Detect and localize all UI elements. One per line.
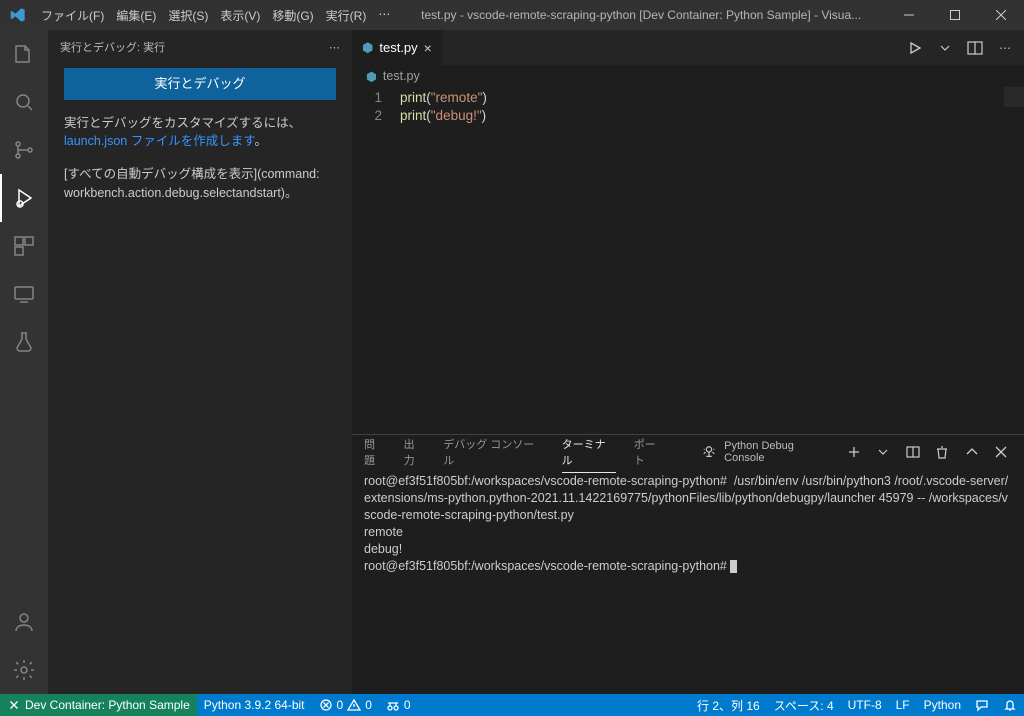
status-problems[interactable]: 0 0 (312, 694, 379, 716)
testing-icon[interactable] (0, 318, 48, 366)
editor-more-icon[interactable]: ⋯ (992, 35, 1018, 61)
settings-gear-icon[interactable] (0, 646, 48, 694)
search-icon[interactable] (0, 78, 48, 126)
status-bar: Dev Container: Python Sample Python 3.9.… (0, 694, 1024, 716)
terminal[interactable]: root@ef3f51f805bf:/workspaces/vscode-rem… (352, 469, 1024, 694)
status-eol[interactable]: LF (889, 694, 917, 716)
menu-view[interactable]: 表示(V) (214, 7, 266, 24)
python-file-icon: ⬢ (366, 69, 377, 84)
sidebar-more-icon[interactable]: ⋯ (329, 41, 340, 54)
create-launch-json-link[interactable]: launch.json ファイルを作成します (64, 134, 254, 148)
kill-terminal-icon[interactable] (931, 441, 953, 463)
menu-edit[interactable]: 編集(E) (110, 7, 162, 24)
status-line-col[interactable]: 行 2、列 16 (690, 694, 767, 716)
debug-console-icon (702, 445, 716, 459)
vscode-logo-icon (0, 7, 35, 23)
editor-tabs: ⬢ test.py × ⋯ (352, 30, 1024, 65)
extensions-icon[interactable] (0, 222, 48, 270)
minimap[interactable] (1004, 87, 1024, 107)
status-language[interactable]: Python (917, 694, 968, 716)
menu-select[interactable]: 選択(S) (162, 7, 214, 24)
titlebar: ファイル(F) 編集(E) 選択(S) 表示(V) 移動(G) 実行(R) ⋯ … (0, 0, 1024, 30)
panel-tab-problems[interactable]: 問題 (364, 432, 386, 472)
terminal-dropdown-icon[interactable] (872, 441, 894, 463)
window-maximize-button[interactable] (932, 0, 978, 30)
activity-bar (0, 30, 48, 694)
panel-tab-debug[interactable]: デバッグ コンソール (443, 432, 543, 472)
run-dropdown-icon[interactable] (932, 35, 958, 61)
customize-hint: 実行とデバッグをカスタマイズするには、launch.json ファイルを作成しま… (64, 114, 336, 152)
sidebar-title: 実行とデバッグ: 実行 (60, 39, 165, 55)
panel-tab-ports[interactable]: ポート (634, 432, 666, 472)
code-editor[interactable]: 1 2 print("remote") print("debug!") (352, 87, 1024, 434)
terminal-dropdown-label[interactable]: Python Debug Console (724, 440, 835, 464)
menu-file[interactable]: ファイル(F) (35, 7, 110, 24)
panel-tab-terminal[interactable]: ターミナル (562, 432, 616, 473)
breadcrumb[interactable]: ⬢ test.py (352, 65, 1024, 87)
split-editor-icon[interactable] (962, 35, 988, 61)
window-minimize-button[interactable] (886, 0, 932, 30)
source-control-icon[interactable] (0, 126, 48, 174)
tab-label: test.py (379, 40, 417, 55)
status-notifications-icon[interactable] (996, 694, 1024, 716)
main-menu: ファイル(F) 編集(E) 選択(S) 表示(V) 移動(G) 実行(R) ⋯ (35, 7, 396, 24)
remote-indicator[interactable]: Dev Container: Python Sample (0, 694, 197, 716)
run-file-icon[interactable] (902, 35, 928, 61)
accounts-icon[interactable] (0, 598, 48, 646)
terminal-cursor (730, 560, 737, 573)
tab-test-py[interactable]: ⬢ test.py × (352, 30, 443, 65)
split-terminal-icon[interactable] (902, 441, 924, 463)
status-indent[interactable]: スペース: 4 (767, 694, 841, 716)
run-debug-sidebar: 実行とデバッグ: 実行 ⋯ 実行とデバッグ 実行とデバッグをカスタマイズするには… (48, 30, 352, 694)
line-numbers: 1 2 (352, 87, 400, 434)
window-title: test.py - vscode-remote-scraping-python … (396, 8, 886, 22)
bottom-panel: 問題 出力 デバッグ コンソール ターミナル ポート Python Debug … (352, 434, 1024, 694)
run-debug-icon[interactable] (0, 174, 48, 222)
close-panel-icon[interactable] (991, 441, 1013, 463)
maximize-panel-icon[interactable] (961, 441, 983, 463)
code-content: print("remote") print("debug!") (400, 87, 487, 434)
remote-explorer-icon[interactable] (0, 270, 48, 318)
show-all-configs-text: [すべての自動デバッグ構成を表示](command: workbench.act… (64, 165, 336, 203)
menu-go[interactable]: 移動(G) (266, 7, 319, 24)
status-encoding[interactable]: UTF-8 (841, 694, 889, 716)
menu-more[interactable]: ⋯ (372, 7, 396, 24)
window-close-button[interactable] (978, 0, 1024, 30)
python-file-icon: ⬢ (362, 40, 373, 56)
status-feedback-icon[interactable] (968, 694, 996, 716)
menu-run[interactable]: 実行(R) (320, 7, 373, 24)
new-terminal-icon[interactable] (843, 441, 865, 463)
close-tab-icon[interactable]: × (424, 40, 432, 56)
explorer-icon[interactable] (0, 30, 48, 78)
panel-tab-output[interactable]: 出力 (404, 432, 426, 472)
status-ports[interactable]: 0 (379, 694, 418, 716)
status-python-version[interactable]: Python 3.9.2 64-bit (197, 694, 312, 716)
run-and-debug-button[interactable]: 実行とデバッグ (64, 68, 336, 100)
